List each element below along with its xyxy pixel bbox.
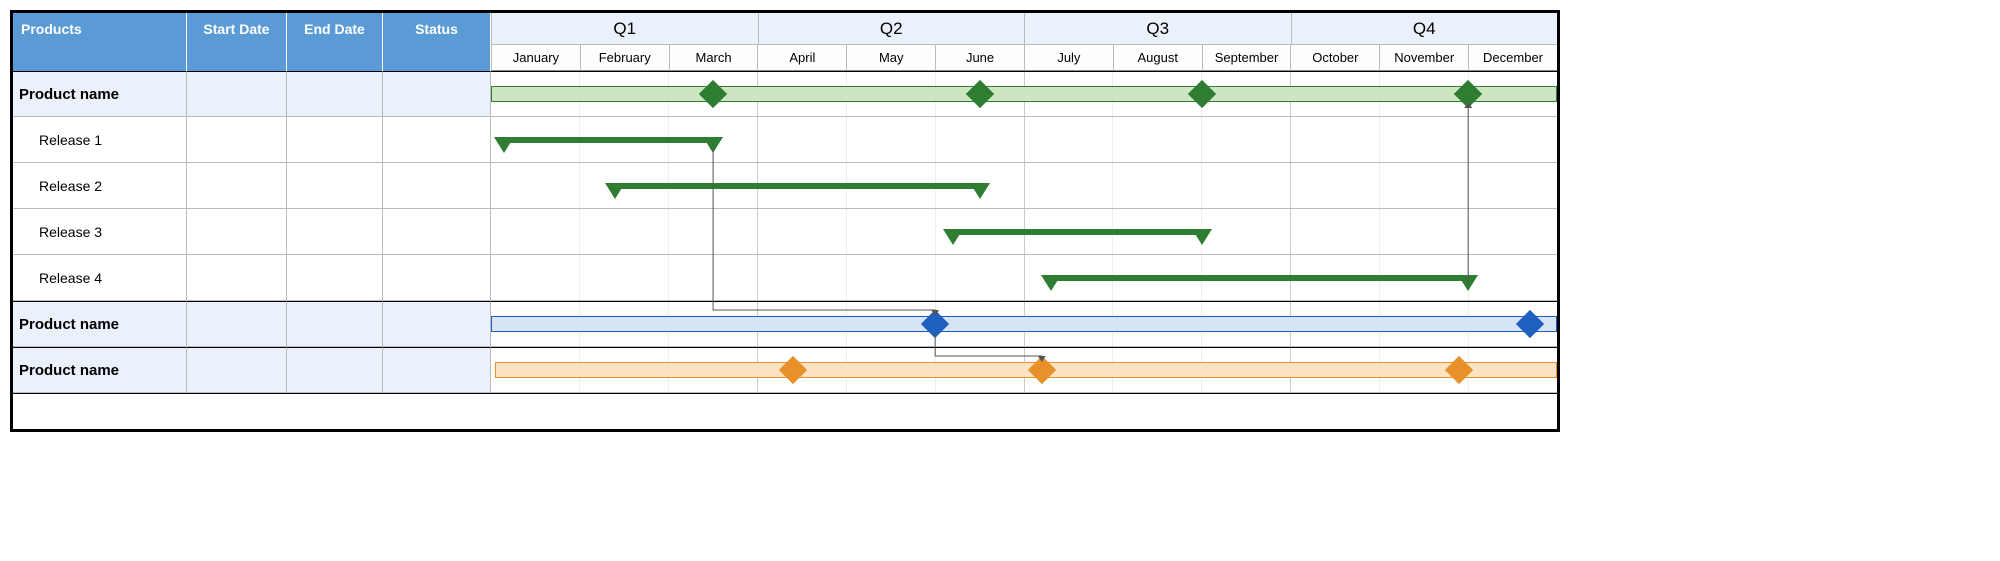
- gantt-chart: Products Start Date End Date Status Q1 Q…: [10, 10, 1560, 432]
- dependency-arrows: [13, 13, 1557, 429]
